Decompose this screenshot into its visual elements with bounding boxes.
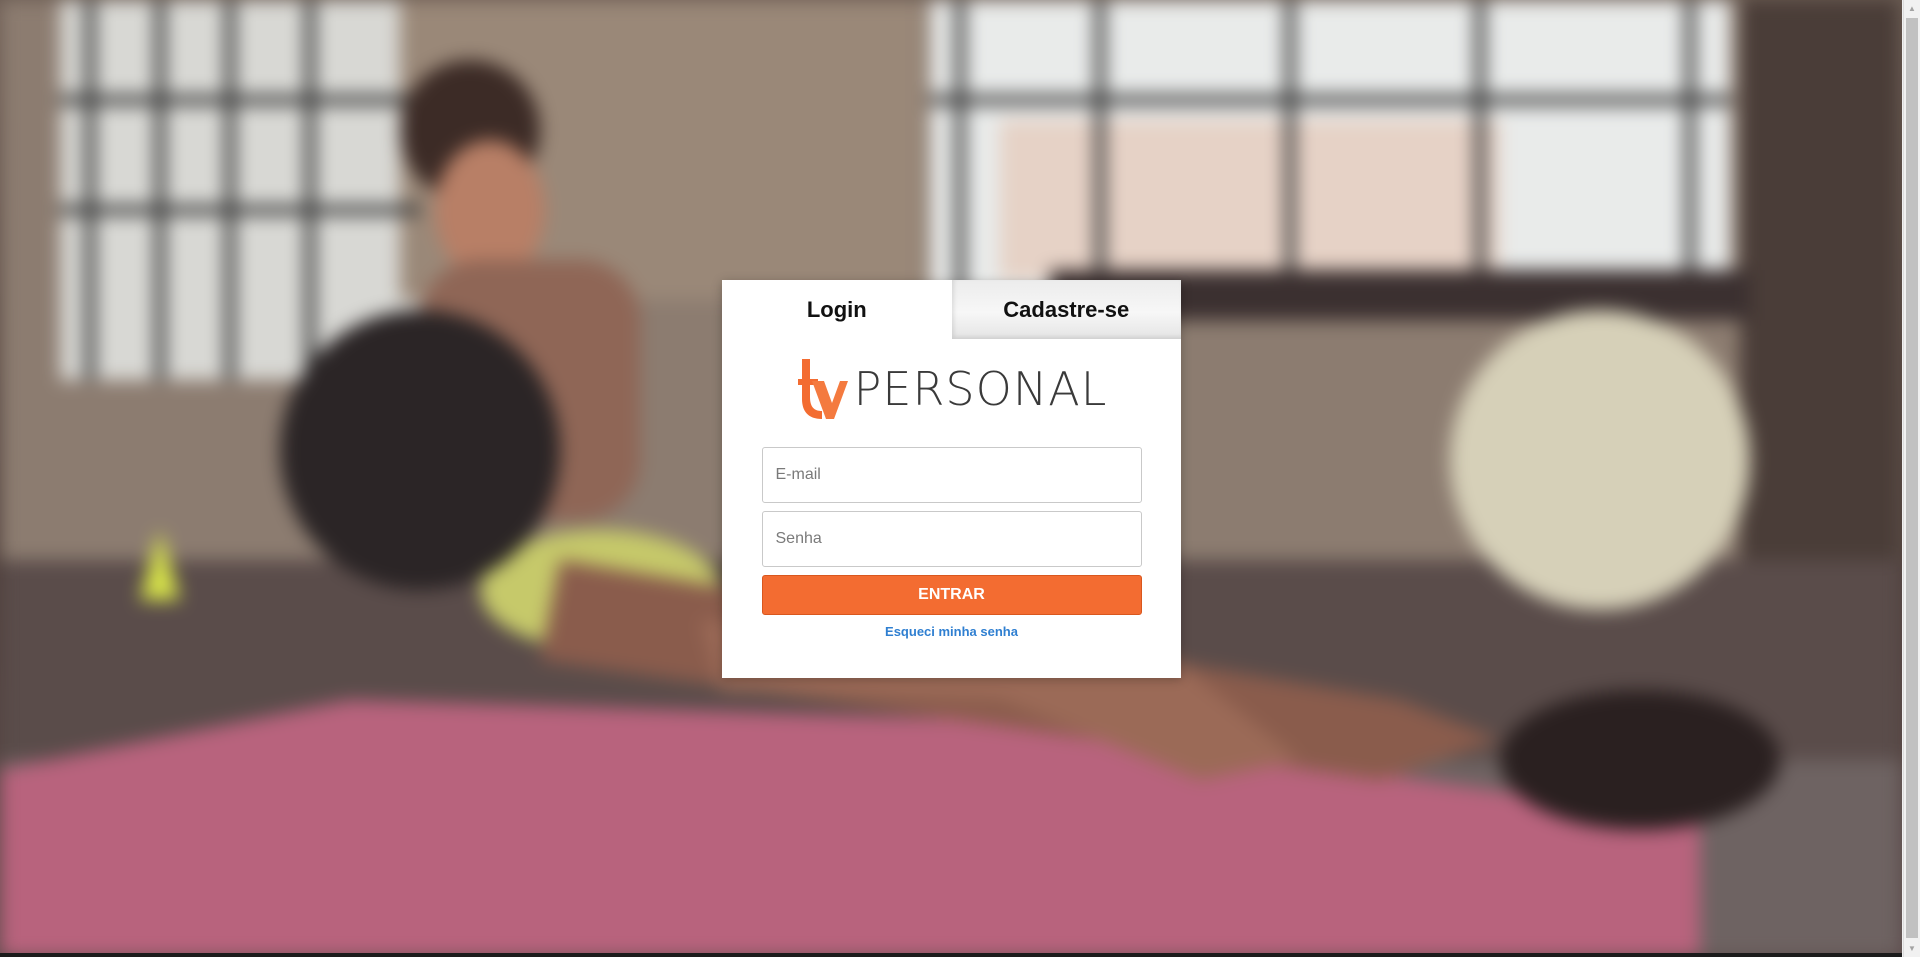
password-field[interactable] — [761, 511, 1142, 567]
email-field[interactable] — [761, 447, 1142, 503]
brand-logo-text: PERSONAL — [853, 362, 1108, 416]
login-submit-button[interactable]: ENTRAR — [761, 575, 1142, 615]
brand-logo: PERSONAL — [722, 357, 1181, 421]
scroll-thumb[interactable] — [1906, 18, 1918, 938]
page-viewport: Login Cadastre-se PERSONAL ENTRAR Esquec… — [0, 0, 1920, 957]
auth-tabs: Login Cadastre-se — [722, 280, 1181, 339]
vertical-scrollbar[interactable]: ▲ ▼ — [1903, 0, 1920, 957]
tab-login[interactable]: Login — [722, 280, 952, 339]
login-card: Login Cadastre-se PERSONAL ENTRAR Esquec… — [722, 280, 1181, 678]
page-bottom-edge — [0, 953, 1902, 957]
scroll-up-icon[interactable]: ▲ — [1904, 0, 1920, 17]
tab-signup[interactable]: Cadastre-se — [951, 280, 1181, 339]
forgot-password-link[interactable]: Esqueci minha senha — [722, 624, 1181, 639]
brand-mark-icon — [797, 359, 848, 419]
scroll-down-icon[interactable]: ▼ — [1904, 940, 1920, 957]
